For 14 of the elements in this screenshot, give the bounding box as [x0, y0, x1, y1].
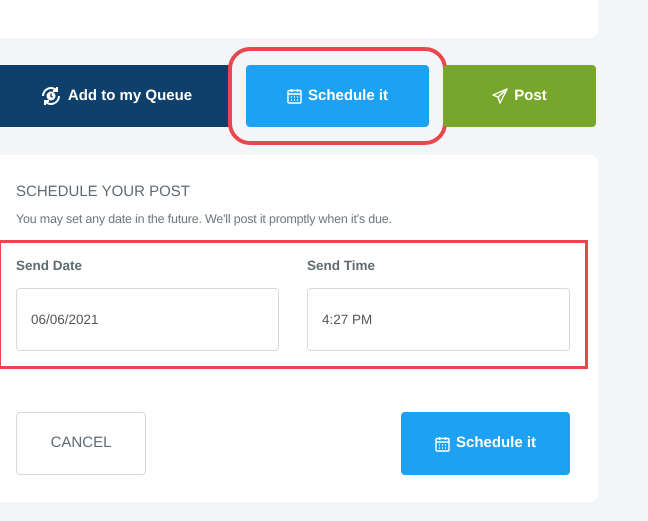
calendar-icon	[434, 436, 450, 452]
schedule-button[interactable]: Schedule it	[401, 412, 570, 475]
paper-plane-icon	[492, 88, 508, 104]
calendar-icon	[286, 88, 302, 104]
field-label: Send Time	[307, 258, 376, 274]
input-field[interactable]: 06/06/2021	[16, 288, 279, 351]
panel-title: SCHEDULE YOUR POST	[16, 182, 191, 202]
panel-description: You may set any date in the future. We'll post it promptly when it's due.	[16, 211, 393, 227]
post-button[interactable]: Post	[443, 65, 596, 127]
input-field[interactable]: 4:27 PM	[307, 288, 570, 351]
clock-sync-icon	[40, 85, 62, 107]
field-label: Send Date	[16, 258, 84, 274]
cancel-button[interactable]: CANCEL	[16, 412, 146, 475]
schedule-button[interactable]: Schedule it	[246, 65, 429, 127]
